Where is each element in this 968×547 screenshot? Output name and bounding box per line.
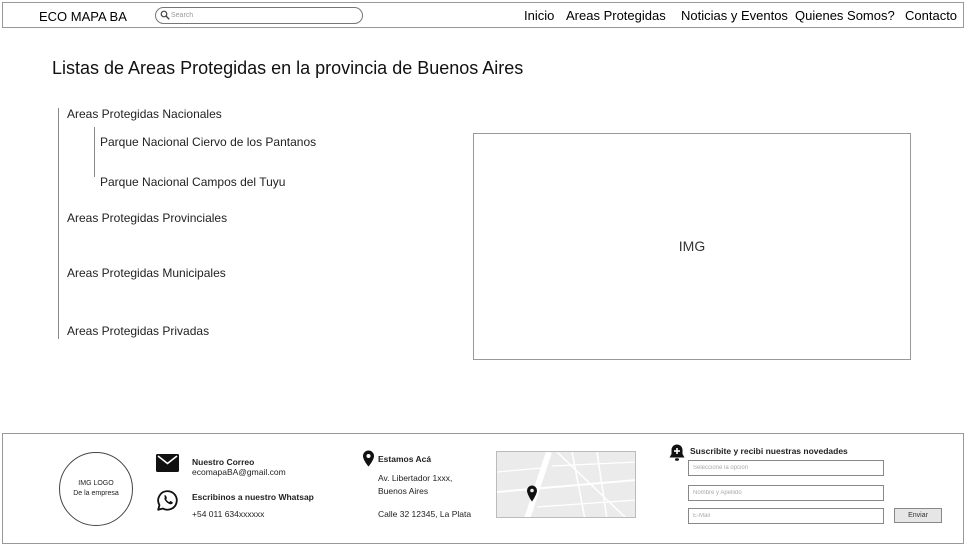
bell-plus-icon — [669, 444, 685, 461]
logo-sublabel: De la empresa — [73, 490, 119, 497]
tree-item-ciervo-pantanos[interactable]: Parque Nacional Ciervo de los Pantanos — [100, 135, 316, 149]
search-icon — [160, 10, 170, 20]
tree-item-privadas[interactable]: Areas Protegidas Privadas — [67, 324, 209, 338]
name-field[interactable] — [688, 485, 884, 501]
nav-inicio[interactable]: Inicio — [524, 8, 554, 23]
search-box[interactable] — [155, 7, 363, 24]
company-logo: IMG LOGO De la empresa — [59, 452, 133, 526]
brand-name[interactable]: ECO MAPA BA — [39, 9, 127, 24]
whatsapp-value[interactable]: +54 011 634xxxxxx — [192, 509, 264, 519]
whatsapp-title: Escribinos a nuestro Whatsap — [192, 492, 314, 502]
image-placeholder-label: IMG — [678, 238, 706, 254]
address-line-2: Buenos Aires — [378, 486, 429, 496]
header-bar: ECO MAPA BA Inicio Areas Protegidas Noti… — [2, 2, 964, 28]
search-input[interactable] — [171, 9, 356, 22]
nav-areas-protegidas[interactable]: Areas Protegidas — [566, 8, 666, 23]
email-field[interactable] — [688, 508, 884, 524]
image-placeholder: IMG — [473, 133, 911, 360]
tree-sub-connector-line — [94, 127, 95, 177]
send-button[interactable]: Enviar — [894, 508, 942, 523]
map-pin-icon — [527, 485, 537, 502]
map-thumbnail[interactable] — [496, 451, 636, 518]
mail-title: Nuestro Correo — [192, 457, 255, 467]
option-select[interactable] — [688, 460, 884, 476]
page-title: Listas de Areas Protegidas en la provinc… — [52, 58, 524, 78]
subscribe-title: Suscribite y recibi nuestras novedades — [690, 446, 848, 456]
address-line-3: Calle 32 12345, La Plata — [378, 509, 472, 519]
mail-value[interactable]: ecomapaBA@gmail.com — [192, 467, 286, 477]
whatsapp-icon — [157, 490, 178, 511]
logo-label: IMG LOGO — [78, 480, 114, 487]
nav-contacto[interactable]: Contacto — [905, 8, 957, 23]
nav-noticias-eventos[interactable]: Noticias y Eventos — [681, 8, 788, 23]
address-line-1: Av. Libertador 1xxx, — [378, 473, 453, 483]
map-streets — [497, 452, 635, 517]
nav-quienes-somos[interactable]: Quienes Somos? — [795, 8, 895, 23]
tree-item-nacionales[interactable]: Areas Protegidas Nacionales — [67, 107, 222, 121]
mail-icon — [156, 454, 179, 472]
tree-item-provinciales[interactable]: Areas Protegidas Provinciales — [67, 211, 227, 225]
location-title: Estamos Acá — [378, 454, 432, 464]
tree-connector-line — [58, 108, 59, 339]
tree-item-campos-tuyu[interactable]: Parque Nacional Campos del Tuyu — [100, 175, 285, 189]
location-pin-icon — [363, 450, 374, 467]
tree-item-municipales[interactable]: Areas Protegidas Municipales — [67, 266, 226, 280]
footer: IMG LOGO De la empresa Nuestro Correo ec… — [2, 433, 964, 544]
